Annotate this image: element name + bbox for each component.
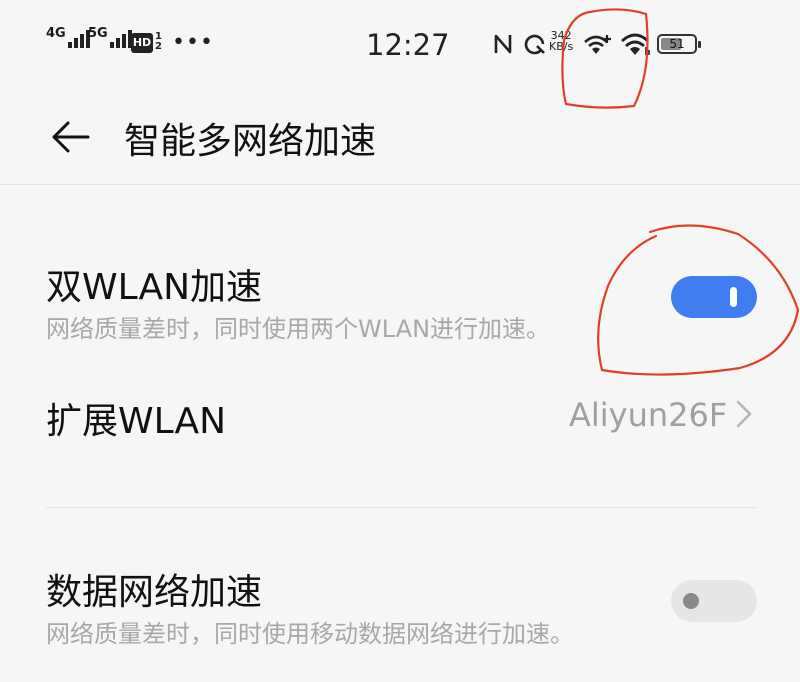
extended-wlan-title: 扩展WLAN [46, 401, 227, 442]
hd-sim-bottom: 2 [155, 41, 162, 52]
page-header: 智能多网络加速 [0, 90, 800, 185]
more-notifications-icon: ••• [172, 30, 214, 55]
hd-sim-label: 1 2 [155, 32, 162, 52]
network-speed: 342 KB/s [549, 30, 573, 52]
status-bar: 4G 5G HD 1 2 ••• 12:27 342 KB/s 51 [0, 0, 800, 90]
extended-wlan-value: Aliyun26F [569, 396, 728, 434]
nfc-icon [494, 34, 512, 54]
back-arrow-icon[interactable] [48, 114, 94, 160]
mobile-data-toggle[interactable] [671, 580, 757, 622]
hd-icon: HD [131, 33, 153, 53]
settings-screen: 4G 5G HD 1 2 ••• 12:27 342 KB/s 51 智能多网络… [0, 0, 800, 682]
network-type-label: 5G [88, 26, 108, 41]
status-clock: 12:27 [366, 28, 450, 62]
dual-wlan-subtitle: 网络质量差时，同时使用两个WLAN进行加速。 [46, 315, 551, 343]
battery-icon: 51 [657, 34, 701, 54]
signal-bars-icon [109, 30, 132, 48]
chevron-right-icon [736, 400, 752, 428]
speed-unit: KB/s [549, 40, 574, 53]
mobile-data-subtitle: 网络质量差时，同时使用移动数据网络进行加速。 [46, 620, 574, 648]
toggle-knob [730, 287, 737, 307]
dual-wlan-title: 双WLAN加速 [46, 267, 263, 308]
signal-4g: 4G [46, 26, 90, 48]
speed-indicator-icon [524, 34, 545, 55]
page-title: 智能多网络加速 [124, 121, 377, 162]
signal-5g: 5G [88, 26, 132, 48]
mobile-data-title: 数据网络加速 [46, 572, 263, 613]
wifi-plus-icon [584, 35, 611, 54]
battery-level: 51 [669, 37, 685, 51]
dual-wlan-toggle[interactable] [671, 276, 757, 318]
toggle-knob [683, 593, 699, 609]
network-type-label: 4G [46, 26, 66, 41]
signal-bars-icon [67, 30, 90, 48]
wifi-icon [621, 33, 650, 55]
section-divider [46, 507, 756, 508]
